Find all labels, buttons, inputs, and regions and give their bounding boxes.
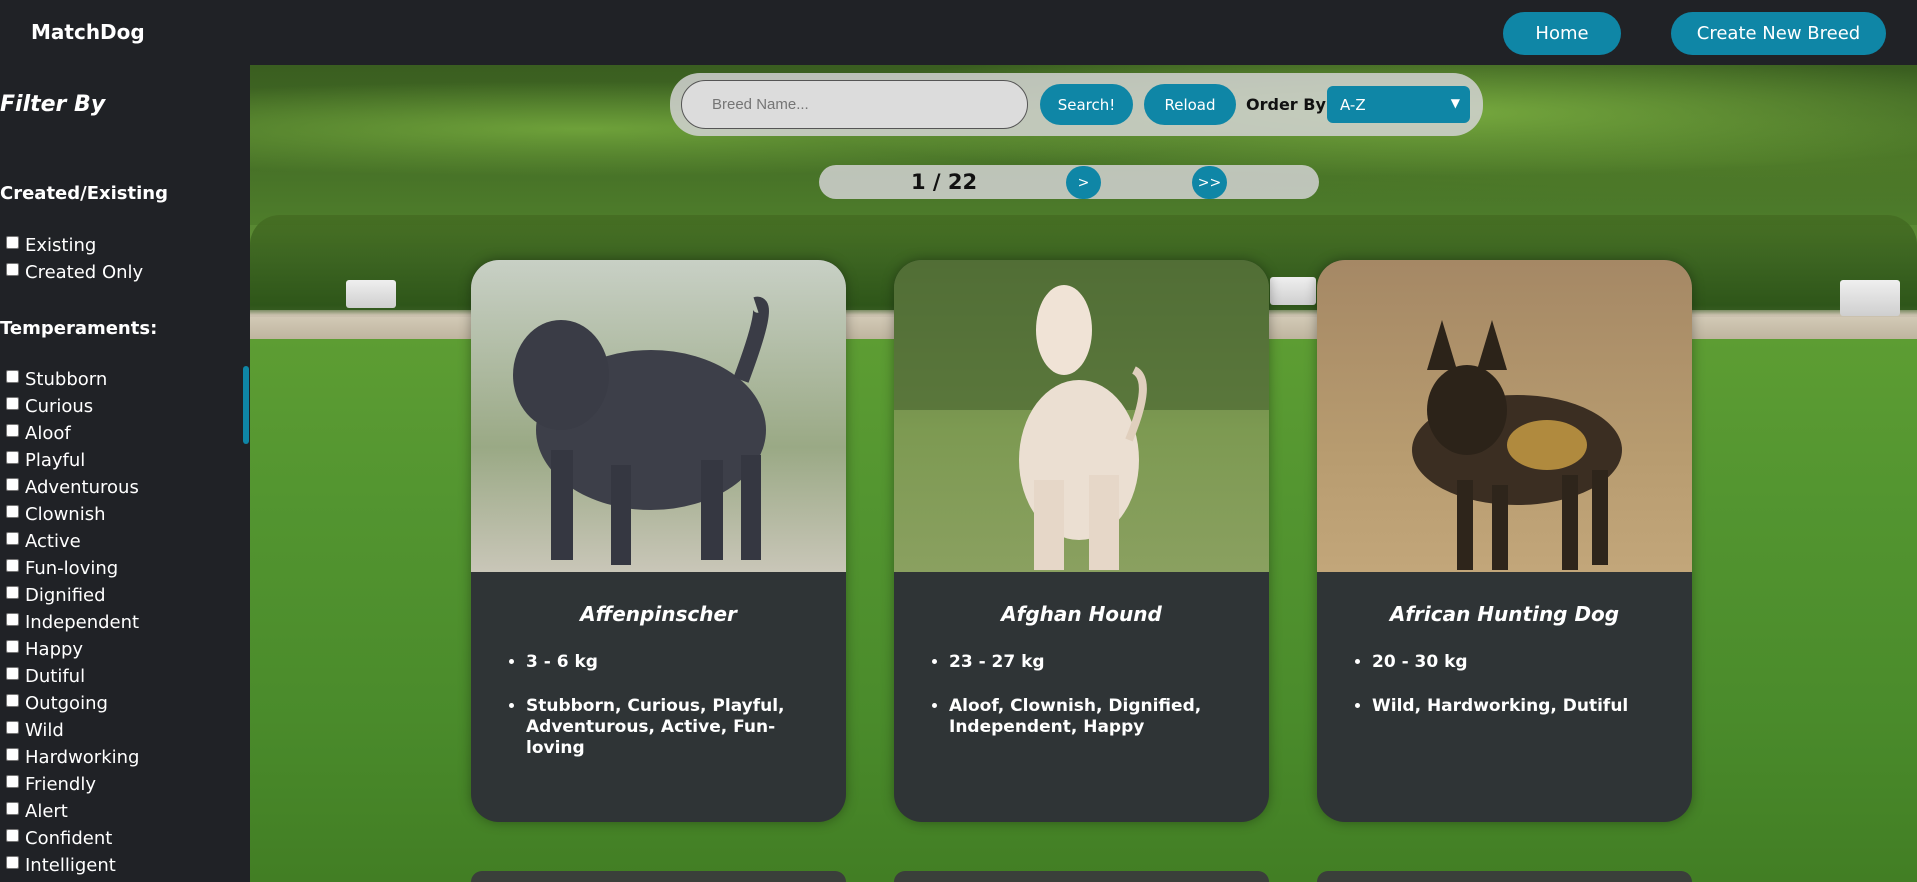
temperament-filter-item[interactable]: Dutiful [6,663,85,690]
filter-created-only[interactable]: Created Only [6,259,143,286]
breed-card[interactable]: African Hunting Dog 20 - 30 kg Wild, Har… [1317,260,1692,822]
reload-button[interactable]: Reload [1144,84,1236,125]
temperament-filter-item[interactable]: Dignified [6,582,106,609]
bench-image [1270,277,1316,305]
temperament-filter-item[interactable]: Adventurous [6,474,139,501]
temperament-filter-item[interactable]: Outgoing [6,690,108,717]
checkbox[interactable] [6,667,19,680]
breed-details: 23 - 27 kg Aloof, Clownish, Dignified, I… [949,652,1254,761]
breed-details: 3 - 6 kg Stubborn, Curious, Playful, Adv… [526,652,831,782]
bench-image [346,280,396,308]
search-button[interactable]: Search! [1040,84,1133,125]
temperament-filter-item[interactable]: Happy [6,636,83,663]
breed-search-input[interactable] [681,80,1028,129]
home-button[interactable]: Home [1503,12,1621,55]
temperament-filter-item[interactable]: Hardworking [6,744,139,771]
created-existing-heading: Created/Existing [0,183,168,204]
temperament-filter-item[interactable]: Active [6,528,81,555]
breed-card[interactable]: Afghan Hound 23 - 27 kg Aloof, Clownish,… [894,260,1269,822]
checkbox[interactable] [6,748,19,761]
breed-name: Affenpinscher [580,602,737,626]
breed-details: 20 - 30 kg Wild, Hardworking, Dutiful [1372,652,1677,740]
breed-name: African Hunting Dog [1389,602,1620,626]
checkbox[interactable] [6,451,19,464]
checkbox[interactable] [6,856,19,869]
temperament-filter-item[interactable]: Clownish [6,501,106,528]
checkbox[interactable] [6,236,19,249]
dog-image [471,260,846,572]
checkbox[interactable] [6,721,19,734]
temperament-filter-item[interactable]: Stubborn [6,366,107,393]
temperaments-heading: Temperaments: [0,318,158,339]
order-select[interactable]: A-Z ▼ [1327,86,1470,123]
temperament-filter-item[interactable]: Friendly [6,771,96,798]
breed-temperament: Stubborn, Curious, Playful, Adventurous,… [526,696,831,759]
filter-sidebar: Filter By Created/Existing Existing Crea… [0,65,250,882]
checkbox[interactable] [6,829,19,842]
sidebar-scrollbar[interactable] [243,366,249,444]
breed-card-partial[interactable] [1317,871,1692,882]
checkbox[interactable] [6,478,19,491]
checkbox[interactable] [6,397,19,410]
breed-temperament: Aloof, Clownish, Dignified, Independent,… [949,696,1254,738]
checkbox[interactable] [6,775,19,788]
breed-card-partial[interactable] [471,871,846,882]
checkbox[interactable] [6,640,19,653]
breed-card[interactable]: Affenpinscher 3 - 6 kg Stubborn, Curious… [471,260,846,822]
dog-image [1317,260,1692,572]
checkbox[interactable] [6,559,19,572]
checkbox[interactable] [6,263,19,276]
temperament-filter-item[interactable]: Independent [6,609,139,636]
breed-name: Afghan Hound [1001,602,1162,626]
temperament-filter-item[interactable]: Alert [6,798,68,825]
checkbox[interactable] [6,532,19,545]
breed-weight: 20 - 30 kg [1372,652,1677,673]
next-page-button[interactable]: > [1066,166,1101,199]
order-by-label: Order By [1246,95,1326,114]
temperament-filter-item[interactable]: Fun-loving [6,555,118,582]
temperament-filter-item[interactable]: Intelligent [6,852,116,879]
checkbox[interactable] [6,613,19,626]
breed-card-partial[interactable] [894,871,1269,882]
filter-existing[interactable]: Existing [6,232,96,259]
checkbox[interactable] [6,424,19,437]
temperament-filter-item[interactable]: Aloof [6,420,71,447]
last-page-button[interactable]: >> [1192,166,1227,199]
create-new-breed-button[interactable]: Create New Breed [1671,12,1886,55]
bench-image [1840,280,1900,316]
breed-temperament: Wild, Hardworking, Dutiful [1372,696,1677,717]
temperament-filter-item[interactable]: Curious [6,393,93,420]
page-indicator: 1 / 22 [911,170,978,194]
chevron-down-icon: ▼ [1450,96,1460,110]
checkbox[interactable] [6,505,19,518]
top-navbar: MatchDog Home Create New Breed [0,0,1917,65]
order-value: A-Z [1340,95,1366,114]
checkbox[interactable] [6,370,19,383]
dog-image [894,260,1269,572]
temperament-filter-item[interactable]: Wild [6,717,64,744]
filter-title: Filter By [0,92,106,117]
brand-logo[interactable]: MatchDog [31,20,145,44]
breed-weight: 3 - 6 kg [526,652,831,673]
checkbox[interactable] [6,802,19,815]
temperament-filter-item[interactable]: Confident [6,825,112,852]
breed-weight: 23 - 27 kg [949,652,1254,673]
checkbox[interactable] [6,586,19,599]
temperament-filter-item[interactable]: Playful [6,447,85,474]
checkbox[interactable] [6,694,19,707]
